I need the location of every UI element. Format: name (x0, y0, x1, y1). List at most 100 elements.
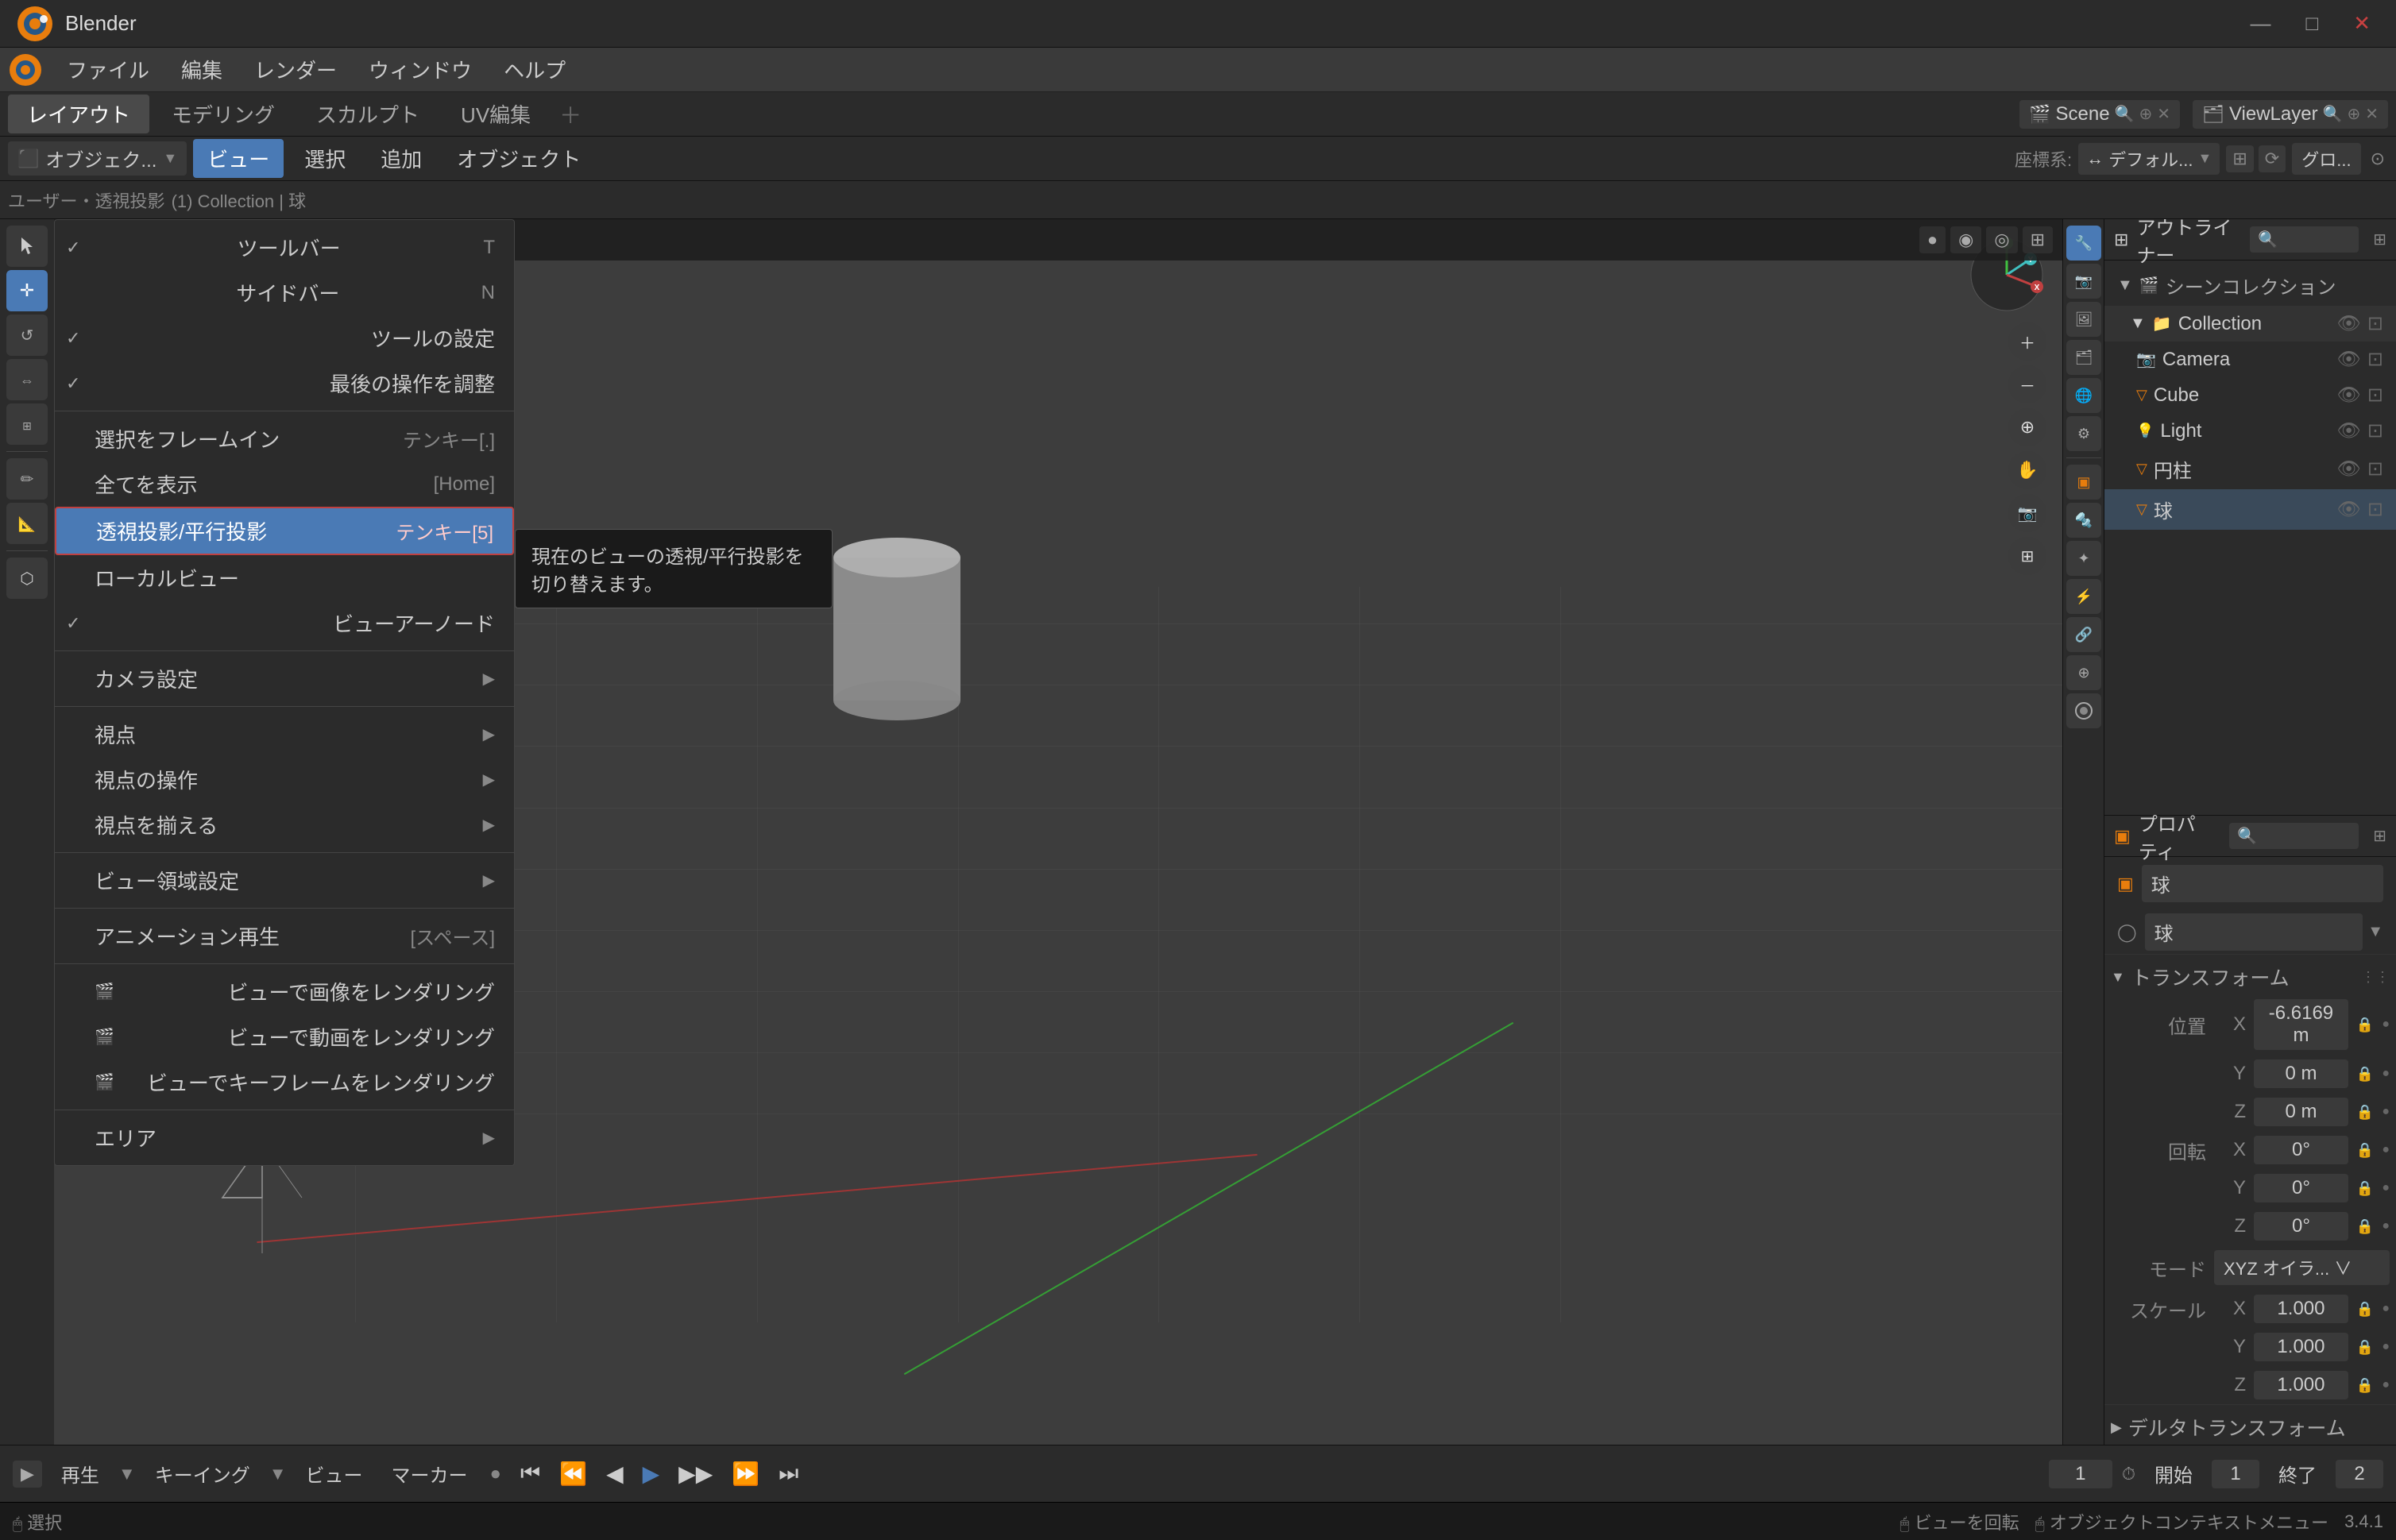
modifier-props-icon[interactable]: 🔩 (2066, 503, 2101, 538)
world-props-icon[interactable]: ⚙ (2066, 416, 2101, 451)
transform-options-icon[interactable]: ⋮⋮ (2361, 969, 2390, 986)
sphere-filter-icon[interactable]: ⊡ (2367, 498, 2383, 521)
playback-engine[interactable]: ▶ (13, 1461, 42, 1488)
menu-render[interactable]: レンダー (240, 50, 351, 89)
record-icon[interactable]: ● (486, 1460, 504, 1488)
jump-start-btn[interactable]: ⏮ (514, 1457, 547, 1490)
scale-tool[interactable]: ⇔ (6, 359, 48, 400)
timeline-view-label[interactable]: ビュー (296, 1457, 372, 1491)
menu-tool-settings[interactable]: ✓ ツールの設定 (55, 315, 514, 361)
menu-local-view[interactable]: ローカルビュー (55, 555, 514, 600)
pos-z-dot[interactable]: ● (2382, 1105, 2390, 1119)
pos-y-lock[interactable]: 🔒 (2356, 1066, 2374, 1083)
vp-shading-material[interactable]: ◉ (1950, 226, 1981, 253)
menu-frame-selected[interactable]: 選択をフレームイン テンキー[.] (55, 416, 514, 461)
menu-edit[interactable]: 編集 (167, 50, 237, 89)
collection-filter-icon[interactable]: ⊡ (2367, 312, 2383, 335)
outliner-cylinder[interactable]: ▽ 円柱 👁 ⊡ (2104, 449, 2396, 489)
menu-last-op[interactable]: ✓ 最後の操作を調整 (55, 361, 514, 406)
delta-collapse-icon[interactable]: ▶ (2111, 1419, 2122, 1436)
pos-y-dot[interactable]: ● (2382, 1067, 2390, 1081)
light-vis-icon[interactable]: 👁 (2336, 419, 2360, 442)
object-menu-btn[interactable]: オブジェクト (442, 139, 595, 178)
orbit-btn[interactable]: ⊕ (2008, 408, 2046, 446)
transform-btn[interactable]: ⟳ (2259, 145, 2286, 172)
outliner-cube[interactable]: ▽ Cube 👁 ⊡ (2104, 377, 2396, 413)
data-props-icon[interactable]: ⊕ (2066, 655, 2101, 690)
pos-x-lock[interactable]: 🔒 (2356, 1017, 2374, 1033)
end-frame-field[interactable]: 2 (2336, 1460, 2383, 1488)
menu-window[interactable]: ウィンドウ (354, 50, 486, 89)
keying-label[interactable]: キーイング (145, 1457, 260, 1491)
position-x-field[interactable]: -6.6169 m (2254, 999, 2348, 1050)
vp-shading-solid[interactable]: ● (1919, 226, 1946, 253)
rot-x-lock[interactable]: 🔒 (2356, 1142, 2374, 1159)
scale-y-field[interactable]: 1.000 (2254, 1333, 2348, 1361)
output-props-icon[interactable]: 🖼 (2066, 302, 2101, 337)
viewport-3d[interactable]: 🔍 📷 ⬤ ⊡ ● ◉ ◎ ⊞ (54, 219, 2062, 1445)
outliner-search[interactable]: 🔍 (2250, 226, 2359, 253)
scale-y-dot[interactable]: ● (2382, 1340, 2390, 1354)
object-props-icon[interactable]: ▣ (2066, 465, 2101, 500)
render-props-icon[interactable]: 📷 (2066, 264, 2101, 299)
rot-x-dot[interactable]: ● (2382, 1143, 2390, 1157)
pos-x-dot[interactable]: ● (2382, 1017, 2390, 1032)
start-frame-field[interactable]: 1 (2212, 1460, 2259, 1488)
rot-z-lock[interactable]: 🔒 (2356, 1218, 2374, 1235)
pos-z-lock[interactable]: 🔒 (2356, 1104, 2374, 1121)
global-select[interactable]: グロ... (2292, 143, 2360, 175)
play-btn[interactable]: ▶ (636, 1457, 667, 1490)
pan-btn[interactable]: ✋ (2008, 451, 2046, 489)
tab-modeling[interactable]: モデリング (153, 95, 294, 133)
view-layer-props-icon[interactable]: 🗂 (2066, 340, 2101, 375)
position-y-field[interactable]: 0 m (2254, 1059, 2348, 1088)
physics-props-icon[interactable]: ⚡ (2066, 579, 2101, 614)
add-workspace-icon[interactable]: ＋ (553, 98, 588, 130)
scale-x-lock[interactable]: 🔒 (2356, 1301, 2374, 1318)
move-tool[interactable]: ✛ (6, 270, 48, 311)
cube-vis-icon[interactable]: 👁 (2336, 384, 2360, 407)
rotation-y-field[interactable]: 0° (2254, 1174, 2348, 1202)
outliner-filter-icon[interactable]: ⊞ (2373, 230, 2386, 249)
add-menu-btn[interactable]: 追加 (366, 139, 436, 178)
jump-end-btn[interactable]: ⏭ (772, 1457, 805, 1490)
scale-x-dot[interactable]: ● (2382, 1302, 2390, 1316)
menu-perspective[interactable]: 透視投影/平行投影 テンキー[5] (55, 507, 514, 555)
view-menu-btn[interactable]: ビュー (193, 139, 284, 178)
menu-area[interactable]: エリア ▶ (55, 1115, 514, 1160)
marker-label[interactable]: マーカー (381, 1457, 477, 1491)
mode-selector[interactable]: ⬛ オブジェク... ▼ (8, 141, 187, 176)
transform-tool[interactable]: ⊞ (6, 403, 48, 445)
annotate-tool[interactable]: ✏ (6, 458, 48, 500)
rotation-z-field[interactable]: 0° (2254, 1212, 2348, 1241)
camera-vis-icon[interactable]: 👁 (2336, 348, 2360, 371)
menu-render-img[interactable]: 🎬 ビューで画像をレンダリング (55, 969, 514, 1014)
rotation-mode-field[interactable]: XYZ オイラ... ∨ (2214, 1250, 2390, 1285)
close-button[interactable]: ✕ (2344, 8, 2380, 39)
props-options-icon[interactable]: ⊞ (2373, 826, 2386, 846)
menu-help[interactable]: ヘルプ (489, 50, 580, 89)
scene-props-icon2[interactable]: 🌐 (2066, 378, 2101, 413)
particles-props-icon[interactable]: ✦ (2066, 541, 2101, 576)
menu-sidebar[interactable]: ✓ サイドバー N (55, 270, 514, 315)
scene-name[interactable]: Scene (2056, 103, 2110, 125)
menu-camera-settings[interactable]: カメラ設定 ▶ (55, 656, 514, 701)
scale-x-field[interactable]: 1.000 (2254, 1295, 2348, 1323)
collection-visibility-icon[interactable]: 👁 (2336, 312, 2360, 335)
select-tool[interactable] (6, 226, 48, 267)
scale-z-dot[interactable]: ● (2382, 1378, 2390, 1392)
zoom-out-btn[interactable]: － (2008, 365, 2046, 403)
current-frame-field[interactable]: 1 (2049, 1460, 2112, 1488)
sphere-vis-icon[interactable]: 👁 (2336, 498, 2360, 521)
coord-selector[interactable]: ↔ デフォル... ▼ (2078, 143, 2220, 175)
ortho-grid-btn[interactable]: ⊞ (2008, 537, 2046, 575)
camera-view-btn[interactable]: 📷 (2008, 494, 2046, 532)
camera-render-icon[interactable]: ⊡ (2367, 348, 2383, 371)
light-filter-icon[interactable]: ⊡ (2367, 419, 2383, 442)
menu-play-anim[interactable]: アニメーション再生 [スペース] (55, 913, 514, 959)
rotation-x-field[interactable]: 0° (2254, 1136, 2348, 1164)
scene-props-icon[interactable]: 🔧 (2066, 226, 2101, 261)
tab-sculpt[interactable]: スカルプト (297, 95, 439, 133)
vp-overlays-btn[interactable]: ⊞ (2023, 226, 2053, 253)
blender-menu-icon[interactable] (8, 52, 43, 87)
